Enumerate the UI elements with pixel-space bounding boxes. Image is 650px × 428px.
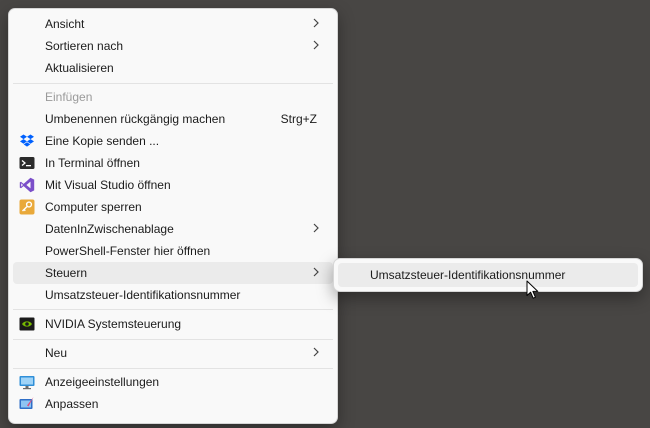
menu-item-label: Umbenennen rückgängig machen (45, 112, 226, 126)
menu-item-label: Umsatzsteuer-Identifikationsnummer (45, 288, 241, 302)
dropbox-icon (20, 134, 34, 147)
nvidia-icon (19, 317, 35, 331)
chevron-right-icon (313, 18, 319, 28)
submenu-item-umsatzsteuer-id[interactable]: Umsatzsteuer-Identifikationsnummer (338, 263, 638, 287)
chevron-right-icon (313, 267, 319, 277)
menu-item-neu[interactable]: Neu (13, 342, 333, 364)
personalize-icon (19, 397, 34, 409)
menu-item-steuern[interactable]: Steuern (13, 262, 333, 284)
menu-item-kopie-senden[interactable]: Eine Kopie senden ... (13, 130, 333, 152)
chevron-right-icon (313, 347, 319, 357)
menu-item-computer-sperren[interactable]: Computer sperren (13, 196, 333, 218)
shortcut-label: Strg+Z (280, 112, 317, 126)
menu-item-sortieren-nach[interactable]: Sortieren nach (13, 35, 333, 57)
menu-item-label: Sortieren nach (45, 39, 124, 53)
menu-item-nvidia-systemsteuerung[interactable]: NVIDIA Systemsteuerung (13, 313, 333, 335)
menu-separator (13, 339, 333, 340)
menu-item-label: NVIDIA Systemsteuerung (45, 317, 182, 331)
menu-item-aktualisieren[interactable]: Aktualisieren (13, 57, 333, 79)
menu-item-label: Ansicht (45, 17, 85, 31)
menu-item-label: Mit Visual Studio öffnen (45, 178, 171, 192)
menu-item-label: Einfügen (45, 90, 93, 104)
menu-item-label: Neu (45, 346, 68, 360)
menu-item-label: Computer sperren (45, 200, 142, 214)
menu-item-anzeigeeinstellungen[interactable]: Anzeigeeinstellungen (13, 371, 333, 393)
menu-item-label: Steuern (45, 266, 88, 280)
menu-item-datenin-zwischenablage[interactable]: DatenInZwischenablage (13, 218, 333, 240)
mouse-pointer-icon (526, 280, 539, 299)
steuern-submenu: Umsatzsteuer-Identifikationsnummer (333, 258, 643, 292)
chevron-right-icon (313, 40, 319, 50)
menu-separator (13, 83, 333, 84)
menu-item-label: PowerShell-Fenster hier öffnen (45, 244, 211, 258)
menu-separator (13, 368, 333, 369)
visual-studio-icon (19, 177, 35, 193)
context-menu: Ansicht Sortieren nach Aktualisieren Ein… (8, 8, 338, 424)
menu-item-umbenennen-rueckgaengig[interactable]: Umbenennen rückgängig machen Strg+Z (13, 108, 333, 130)
menu-item-label: In Terminal öffnen (45, 156, 140, 170)
terminal-icon (19, 157, 35, 169)
menu-item-label: Anpassen (45, 397, 99, 411)
display-settings-icon (19, 376, 35, 390)
menu-item-in-terminal-oeffnen[interactable]: In Terminal öffnen (13, 152, 333, 174)
key-lock-icon (19, 199, 35, 215)
menu-item-anpassen[interactable]: Anpassen (13, 393, 333, 415)
menu-item-einfuegen: Einfügen (13, 86, 333, 108)
menu-item-powershell-fenster[interactable]: PowerShell-Fenster hier öffnen (13, 240, 333, 262)
menu-separator (13, 309, 333, 310)
menu-item-ansicht[interactable]: Ansicht (13, 13, 333, 35)
menu-item-label: DatenInZwischenablage (45, 222, 174, 236)
menu-item-umsatzsteuer-id[interactable]: Umsatzsteuer-Identifikationsnummer (13, 284, 333, 306)
menu-item-label: Aktualisieren (45, 61, 114, 75)
menu-item-visual-studio[interactable]: Mit Visual Studio öffnen (13, 174, 333, 196)
chevron-right-icon (313, 223, 319, 233)
menu-item-label: Anzeigeeinstellungen (45, 375, 160, 389)
menu-item-label: Eine Kopie senden ... (45, 134, 160, 148)
